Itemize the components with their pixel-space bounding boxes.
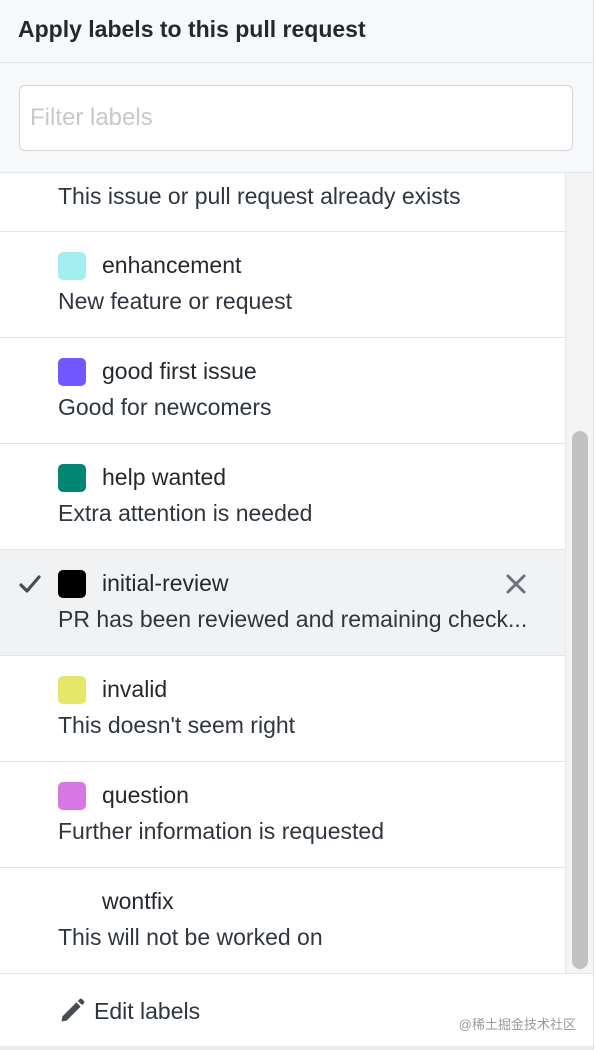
pencil-icon xyxy=(61,998,85,1022)
edit-labels-label: Edit labels xyxy=(94,997,201,1024)
label-description: Extra attention is needed xyxy=(58,500,313,526)
label-name: initial-review xyxy=(102,570,229,596)
label-color-swatch xyxy=(58,358,86,386)
label-name: good first issue xyxy=(102,358,257,384)
label-color-swatch xyxy=(58,252,86,280)
label-item-invalid[interactable]: invalid This doesn't seem right xyxy=(0,656,565,762)
labels-popover: Apply labels to this pull request This i… xyxy=(0,0,594,1050)
label-item-initial-review[interactable]: initial-review PR has been reviewed and … xyxy=(0,550,565,656)
check-icon xyxy=(19,575,41,593)
label-description: This doesn't seem right xyxy=(58,712,296,738)
label-item-wontfix[interactable]: wontfix This will not be worked on xyxy=(0,868,565,973)
label-description: Good for newcomers xyxy=(58,394,272,420)
label-item-help-wanted[interactable]: help wanted Extra attention is needed xyxy=(0,444,565,550)
edit-labels-link[interactable]: Edit labels xyxy=(58,994,200,1028)
label-description: This will not be worked on xyxy=(58,924,323,950)
filter-area xyxy=(0,63,593,173)
label-item-enhancement[interactable]: enhancement New feature or request xyxy=(0,232,565,338)
label-item-question[interactable]: question Further information is requeste… xyxy=(0,762,565,868)
label-name: invalid xyxy=(102,676,168,702)
label-list: This issue or pull request already exist… xyxy=(0,173,565,973)
label-name: help wanted xyxy=(102,464,227,490)
label-item-good-first-issue[interactable]: good first issue Good for newcomers xyxy=(0,338,565,444)
label-color-swatch xyxy=(58,888,86,916)
popover-footer: Edit labels @稀土掘金技术社区 xyxy=(0,973,593,1050)
label-name: wontfix xyxy=(102,888,174,914)
scrollbar-track[interactable] xyxy=(565,173,593,973)
popover-header: Apply labels to this pull request xyxy=(0,0,593,63)
label-description: This issue or pull request already exist… xyxy=(58,183,461,209)
label-color-swatch xyxy=(58,676,86,704)
label-description: Further information is requested xyxy=(58,818,384,844)
bottom-divider xyxy=(0,1046,593,1050)
filter-labels-input[interactable] xyxy=(19,85,573,151)
label-description: New feature or request xyxy=(58,288,292,314)
popover-title: Apply labels to this pull request xyxy=(18,16,366,42)
close-icon[interactable] xyxy=(504,572,528,596)
label-color-swatch xyxy=(58,782,86,810)
watermark: @稀土掘金技术社区 xyxy=(458,1017,576,1032)
label-color-swatch xyxy=(58,464,86,492)
label-description: PR has been reviewed and remaining check… xyxy=(58,606,528,632)
label-color-swatch xyxy=(58,570,86,598)
label-name: question xyxy=(102,782,189,808)
label-item-duplicate[interactable]: This issue or pull request already exist… xyxy=(0,173,565,232)
scrollbar-thumb[interactable] xyxy=(572,431,588,969)
label-name: enhancement xyxy=(102,252,242,278)
